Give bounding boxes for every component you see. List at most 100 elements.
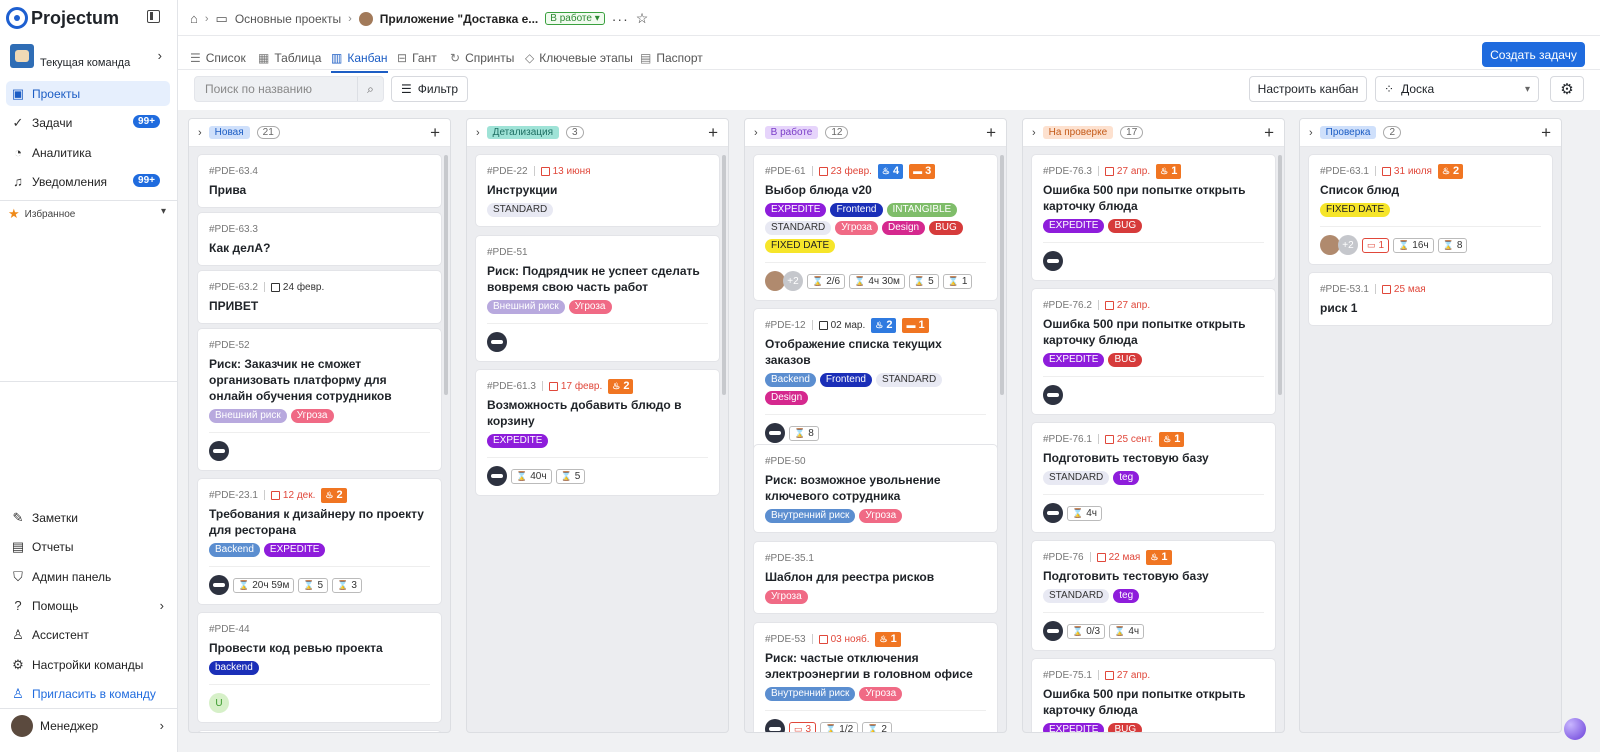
tab-table[interactable]: ▦ Таблица	[258, 45, 321, 71]
avatar[interactable]	[209, 575, 229, 595]
sidebar-item-analytics[interactable]: ◔ Аналитика	[6, 140, 170, 165]
favorites-label: Избранное	[24, 208, 76, 220]
avatar[interactable]	[1043, 251, 1063, 271]
tab-list[interactable]: ☰ Список	[190, 45, 246, 71]
task-card[interactable]: #PDE-22 13 июня Инструкции STANDARD	[476, 155, 719, 226]
add-card-icon[interactable]: +	[708, 123, 718, 143]
favorite-star-icon[interactable]: ☆	[636, 10, 649, 27]
divider	[1089, 552, 1091, 562]
assistant-bubble-icon[interactable]	[1564, 718, 1586, 740]
sidebar-item-label: Проекты	[32, 86, 81, 101]
tab-milestones[interactable]: ◇ Ключевые этапы	[525, 45, 633, 71]
logo[interactable]: Projectum	[6, 7, 119, 29]
task-card[interactable]: #PDE-63.3 Как делА?	[198, 213, 441, 265]
breadcrumb-project[interactable]: Приложение "Доставка е...	[380, 12, 538, 26]
task-card[interactable]: #PDE-61.3 17 февр. ♨ 2 Возможность добавить …	[476, 370, 719, 495]
search-input[interactable]: Поиск по названию ⌕	[194, 76, 384, 102]
board-select[interactable]: ⁘ Доска ▾	[1375, 76, 1539, 102]
tag: STANDARD	[1043, 471, 1110, 485]
task-card[interactable]: #PDE-76.2 27 апр. Ошибка 500 при попытке о…	[1032, 289, 1275, 414]
card-meta: #PDE-76 22 мая ♨ 1	[1043, 549, 1264, 565]
tab-kanban[interactable]: ▥ Канбан	[331, 45, 388, 73]
scrollbar[interactable]	[444, 155, 448, 395]
avatar[interactable]	[765, 423, 785, 443]
avatar[interactable]	[1320, 235, 1340, 255]
task-card[interactable]: #PDE-23.1 12 дек. ♨ 2 Требования к дизайнеру…	[198, 479, 441, 604]
add-card-icon[interactable]: +	[1264, 123, 1274, 143]
task-card[interactable]: #PDE-12 02 мар. ♨ 2 ▬ 1 Отображение списка тек…	[754, 309, 997, 452]
task-card[interactable]: #PDE-44 Провести код ревью проекта backend…	[198, 613, 441, 722]
search-icon[interactable]: ⌕	[357, 77, 383, 101]
task-card[interactable]: #PDE-63.4 Прива	[198, 155, 441, 207]
task-card[interactable]: #PDE-76 22 мая ♨ 1 Подготовить тестовую базу…	[1032, 541, 1275, 650]
scrollbar[interactable]	[1000, 155, 1004, 395]
task-card[interactable]: #PDE-63.2 24 февр. ПРИВЕТ	[198, 271, 441, 323]
tag-list: Внешний риск Угроза	[209, 409, 430, 423]
avatar[interactable]	[487, 332, 507, 352]
chevron-right-icon[interactable]: ›	[198, 127, 202, 139]
chevron-right-icon[interactable]: ›	[1309, 127, 1313, 139]
avatar[interactable]	[487, 466, 507, 486]
task-card[interactable]: #PDE-51 Риск: Подрядчик не успеет сделать…	[476, 236, 719, 361]
sidebar-item-team-settings[interactable]: ⚙ Настройки команды	[6, 652, 170, 677]
avatar[interactable]	[1043, 621, 1063, 641]
setup-kanban-button[interactable]: Настроить канбан	[1249, 76, 1367, 102]
tasks-count-badge: 99+	[133, 115, 160, 128]
filter-button[interactable]: ☰ Фильтр	[391, 76, 468, 102]
avatar[interactable]	[765, 271, 785, 291]
tab-gantt[interactable]: ⊟ Гант	[397, 45, 437, 71]
more-icon[interactable]: ···	[612, 11, 629, 27]
avatar[interactable]	[209, 441, 229, 461]
chevron-right-icon: ›	[159, 718, 164, 733]
task-card[interactable]: #PDE-53.1 25 мая риск 1	[1309, 273, 1552, 325]
task-card[interactable]: #PDE-35.1 Шаблон для реестра рисков Угроза	[754, 542, 997, 613]
sidebar-item-notifications[interactable]: ♫ Уведомления 99+	[6, 169, 170, 194]
task-card[interactable]: #PDE-61 23 февр. ♨ 4 ▬ 3 Выбор блюда v20 EXPEDI…	[754, 155, 997, 300]
sidebar-item-invite[interactable]: ♙ Пригласить в команду	[6, 681, 170, 706]
gear-icon: ⚙	[1560, 81, 1574, 98]
task-id: #PDE-61.3	[487, 380, 536, 392]
create-task-button[interactable]: Создать задачу	[1482, 42, 1585, 67]
add-card-icon[interactable]: +	[1541, 123, 1551, 143]
home-icon[interactable]: ⌂	[190, 11, 198, 26]
tag: BUG	[929, 221, 963, 235]
task-card[interactable]: #PDE-63.1 31 июля ♨ 2 Список блюд FIXED DATE +…	[1309, 155, 1552, 264]
team-switcher[interactable]: Текущая команда ›	[10, 44, 168, 72]
collapse-sidebar-icon[interactable]	[147, 10, 160, 23]
sidebar-item-reports[interactable]: ▤ Отчеты	[6, 534, 170, 559]
favorites-section[interactable]: ★ Избранное ▾	[8, 206, 168, 222]
add-card-icon[interactable]: +	[986, 123, 996, 143]
card-title: риск 1	[1320, 301, 1358, 315]
stat-icon: ⌛	[825, 723, 837, 733]
avatar[interactable]	[1043, 385, 1063, 405]
avatar[interactable]	[1043, 503, 1063, 523]
breadcrumb-section[interactable]: Основные проекты	[235, 12, 341, 26]
chevron-right-icon[interactable]: ›	[1032, 127, 1036, 139]
settings-gear-button[interactable]: ⚙	[1550, 76, 1584, 102]
chevron-right-icon[interactable]: ›	[754, 127, 758, 139]
add-card-icon[interactable]: +	[430, 123, 440, 143]
sidebar-item-help[interactable]: ? Помощь ›	[6, 593, 170, 618]
chevron-right-icon[interactable]: ›	[476, 127, 480, 139]
task-card[interactable]: #PDE-76.1 25 сент. ♨ 1 Подготовить тестовую …	[1032, 423, 1275, 532]
task-card[interactable]: #PDE-53 03 нояб. ♨ 1 Риск: частые отключения…	[754, 623, 997, 733]
scrollbar[interactable]	[722, 155, 726, 395]
scrollbar[interactable]	[1278, 155, 1282, 395]
task-card[interactable]: #PDE-52 Риск: Заказчик не сможет организо…	[198, 329, 441, 470]
project-status-select[interactable]: В работе ▾	[545, 12, 605, 25]
tab-sprints[interactable]: ↻ Спринты	[450, 45, 514, 71]
task-card[interactable]: #PDE-50 Риск: возможное увольнение ключев…	[754, 445, 997, 532]
sidebar-item-admin[interactable]: ⛉ Админ панель	[6, 564, 170, 589]
sidebar-item-notes[interactable]: ✎ Заметки	[6, 505, 170, 530]
task-card[interactable]: #PDE-75.1 27 апр. Ошибка 500 при попытке о…	[1032, 659, 1275, 732]
task-card[interactable]: #PDE-4211 сент.♨1Заполнить отчеты	[198, 731, 441, 732]
avatar[interactable]	[765, 719, 785, 732]
avatar[interactable]: U	[209, 693, 229, 713]
sidebar-item-tasks[interactable]: ✓ Задачи 99+	[6, 110, 170, 135]
tab-passport[interactable]: ▤ Паспорт	[640, 45, 703, 71]
column-count: 17	[1120, 126, 1144, 139]
task-card[interactable]: #PDE-76.3 27 апр. ♨ 1 Ошибка 500 при попытке…	[1032, 155, 1275, 280]
user-menu[interactable]: Менеджер ›	[6, 713, 170, 738]
sidebar-item-projects[interactable]: ▣ Проекты	[6, 81, 170, 106]
sidebar-item-assistant[interactable]: ♙ Ассистент	[6, 622, 170, 647]
